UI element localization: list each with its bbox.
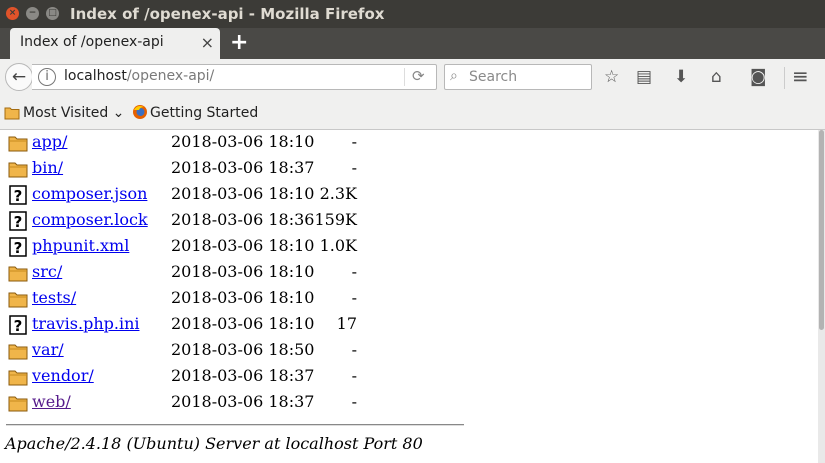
unknown-file-icon: ? xyxy=(8,211,28,231)
file-date: 2018-03-06 18:10 xyxy=(171,132,315,151)
tab-close-icon[interactable]: × xyxy=(201,33,214,52)
file-link[interactable]: composer.json xyxy=(32,184,147,203)
file-date: 2018-03-06 18:10 xyxy=(171,262,315,281)
tab-active[interactable]: Index of /openex-api × xyxy=(10,28,220,59)
pocket-icon[interactable]: ◙ xyxy=(750,67,767,87)
file-size: 159K xyxy=(314,210,358,229)
file-size: - xyxy=(351,262,357,281)
url-host: localhost xyxy=(64,68,127,84)
url-separator xyxy=(404,68,405,86)
url-path: /openex-api/ xyxy=(126,68,215,84)
file-date: 2018-03-06 18:10 xyxy=(171,314,315,333)
url-bar[interactable]: i localhost/openex-api/ ⟳ xyxy=(32,64,437,90)
window-minimize-button[interactable]: − xyxy=(26,7,39,20)
file-size: - xyxy=(351,288,357,307)
search-box[interactable]: ⌕ Search xyxy=(444,64,592,90)
menu-icon[interactable]: ≡ xyxy=(792,64,809,88)
file-size: - xyxy=(351,366,357,385)
file-date: 2018-03-06 18:37 xyxy=(171,158,315,177)
library-icon[interactable]: ▤ xyxy=(636,67,652,87)
bookmark-most-visited[interactable]: Most Visited ⌄ xyxy=(23,105,124,121)
folder-icon xyxy=(8,263,28,283)
svg-text:?: ? xyxy=(14,187,23,205)
file-size: 1.0K xyxy=(319,236,357,255)
file-date: 2018-03-06 18:10 xyxy=(171,184,315,203)
file-size: - xyxy=(351,340,357,359)
bookmark-most-visited-label: Most Visited xyxy=(23,105,109,121)
svg-text:?: ? xyxy=(14,317,23,335)
file-date: 2018-03-06 18:50 xyxy=(171,340,315,359)
file-date: 2018-03-06 18:10 xyxy=(171,236,315,255)
folder-icon xyxy=(8,341,28,361)
file-link[interactable]: vendor/ xyxy=(32,366,94,385)
toolbar-separator xyxy=(784,67,785,89)
tab-strip: Index of /openex-api × + xyxy=(0,28,825,59)
file-size: 17 xyxy=(336,314,357,333)
server-address: Apache/2.4.18 (Ubuntu) Server at localho… xyxy=(5,434,423,453)
unknown-file-icon: ? xyxy=(8,315,28,335)
window-maximize-button[interactable]: □ xyxy=(46,7,59,20)
folder-icon xyxy=(8,159,28,179)
page-content: Apache/2.4.18 (Ubuntu) Server at localho… xyxy=(0,130,825,463)
bookmark-getting-started[interactable]: Getting Started xyxy=(150,105,258,121)
file-link[interactable]: tests/ xyxy=(32,288,76,307)
file-link[interactable]: web/ xyxy=(32,392,71,411)
folder-icon xyxy=(8,393,28,413)
folder-icon xyxy=(4,107,20,120)
file-date: 2018-03-06 18:36 xyxy=(171,210,315,229)
svg-text:?: ? xyxy=(14,213,23,231)
file-link[interactable]: var/ xyxy=(32,340,64,359)
search-input[interactable]: Search xyxy=(469,69,517,85)
back-button[interactable]: ← xyxy=(5,63,33,91)
scrollbar-thumb[interactable] xyxy=(819,130,824,330)
svg-text:?: ? xyxy=(14,239,23,257)
window-close-button[interactable]: × xyxy=(6,7,19,20)
navigation-toolbar: ← i localhost/openex-api/ ⟳ ⌕ Search ☆ ▤… xyxy=(0,59,825,97)
home-icon[interactable]: ⌂ xyxy=(711,67,722,87)
horizontal-rule xyxy=(6,424,464,426)
file-size: 2.3K xyxy=(319,184,357,203)
file-date: 2018-03-06 18:37 xyxy=(171,392,315,411)
window-titlebar: × − □ Index of /openex-api - Mozilla Fir… xyxy=(0,0,825,28)
new-tab-button[interactable]: + xyxy=(230,30,248,55)
file-date: 2018-03-06 18:10 xyxy=(171,288,315,307)
folder-icon xyxy=(8,133,28,153)
tab-label: Index of /openex-api xyxy=(20,34,164,50)
download-icon[interactable]: ⬇ xyxy=(674,67,688,87)
chevron-down-icon: ⌄ xyxy=(112,105,125,121)
file-link[interactable]: travis.php.ini xyxy=(32,314,139,333)
folder-icon xyxy=(8,367,28,387)
unknown-file-icon: ? xyxy=(8,237,28,257)
file-link[interactable]: app/ xyxy=(32,132,67,151)
site-info-icon[interactable]: i xyxy=(38,68,56,86)
file-size: - xyxy=(351,392,357,411)
unknown-file-icon: ? xyxy=(8,185,28,205)
file-link[interactable]: composer.lock xyxy=(32,210,148,229)
url-text[interactable]: localhost/openex-api/ xyxy=(64,68,214,84)
bookmarks-toolbar: Most Visited ⌄ Getting Started xyxy=(0,97,825,130)
reload-icon[interactable]: ⟳ xyxy=(412,67,425,85)
window-title: Index of /openex-api - Mozilla Firefox xyxy=(70,5,385,23)
file-link[interactable]: bin/ xyxy=(32,158,63,177)
file-link[interactable]: src/ xyxy=(32,262,62,281)
bookmark-star-icon[interactable]: ☆ xyxy=(604,67,619,87)
folder-icon xyxy=(8,289,28,309)
vertical-scrollbar[interactable] xyxy=(818,130,825,463)
search-icon: ⌕ xyxy=(450,68,458,84)
file-size: - xyxy=(351,158,357,177)
file-date: 2018-03-06 18:37 xyxy=(171,366,315,385)
file-link[interactable]: phpunit.xml xyxy=(32,236,129,255)
file-size: - xyxy=(351,132,357,151)
firefox-icon xyxy=(133,105,147,119)
